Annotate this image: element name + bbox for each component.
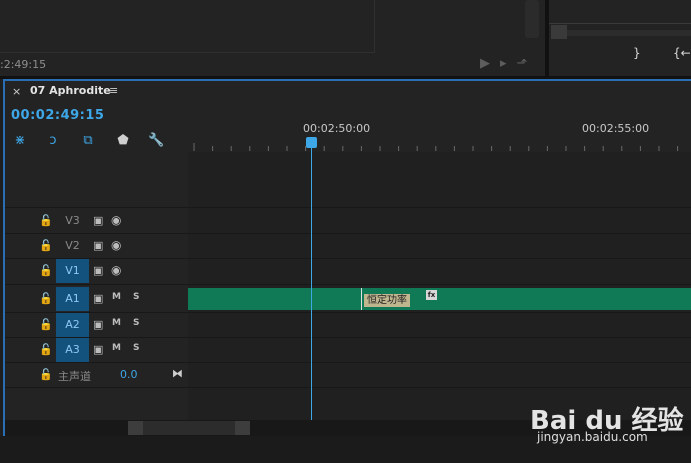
toggle-sync-lock-icon[interactable]: ▣ (93, 343, 103, 356)
sequence-tab-title[interactable]: 07 Aphrodite (30, 84, 111, 97)
lock-icon[interactable]: 🔓 (39, 343, 53, 356)
playhead-handle[interactable] (306, 137, 317, 148)
program-scrub-bar[interactable] (567, 30, 691, 36)
lock-icon[interactable]: 🔓 (39, 368, 53, 381)
track-target-v1[interactable]: V1 (56, 259, 89, 283)
track-header-a1: 🔓 A1 ▣ M S (5, 287, 188, 311)
lock-icon[interactable]: 🔓 (39, 292, 53, 305)
eye-icon[interactable]: ◉ (111, 238, 121, 252)
program-scrub-handle[interactable] (551, 25, 567, 39)
panel-menu-icon[interactable]: ≡ (109, 84, 118, 97)
source-timecode: :2:49:15 (0, 58, 47, 71)
mute-button[interactable]: M (112, 343, 121, 353)
track-area[interactable] (188, 152, 691, 420)
audio-clip-a1[interactable] (188, 288, 691, 310)
time-ruler[interactable] (188, 143, 691, 151)
source-monitor-view (0, 0, 375, 53)
lock-icon[interactable]: 🔓 (39, 239, 53, 252)
master-volume[interactable]: 0.0 (120, 368, 138, 381)
toggle-sync-lock-icon[interactable]: ▣ (93, 239, 103, 252)
insert-icon[interactable]: ▶▸ (480, 56, 517, 71)
eye-icon[interactable]: ◉ (111, 263, 121, 277)
track-target-a1[interactable]: A1 (56, 287, 89, 311)
fx-badge-icon[interactable]: fx (426, 290, 437, 300)
track-header-v2: 🔓 V2 ▣ ◉ (5, 234, 188, 258)
playhead-line[interactable] (311, 148, 312, 420)
lock-icon[interactable]: 🔓 (39, 214, 53, 227)
solo-button[interactable]: S (133, 343, 139, 353)
program-timeline-line (549, 23, 691, 24)
source-monitor-buttons: ▶▸⬏ (480, 56, 537, 71)
lock-icon[interactable]: 🔓 (39, 264, 53, 277)
scrollbar-right-handle[interactable] (235, 421, 250, 435)
toggle-sync-lock-icon[interactable]: ▣ (93, 292, 103, 305)
solo-button[interactable]: S (133, 318, 139, 328)
lock-icon[interactable]: 🔓 (39, 318, 53, 331)
master-track-label: 主声道 (58, 370, 91, 383)
program-monitor-panel (549, 0, 691, 76)
track-target-a2[interactable]: A2 (56, 313, 89, 337)
scrollbar-thumb[interactable] (128, 421, 250, 435)
watermark-url: jingyan.baidu.com (537, 430, 648, 444)
ruler-label: 00:02:50:00 (303, 122, 371, 135)
track-divider (5, 284, 691, 285)
linked-selection-icon[interactable]: ⧉ (80, 133, 96, 148)
ruler-label: 00:02:55:00 (582, 122, 650, 135)
track-header-v3: 🔓 V3 ▣ ◉ (5, 209, 188, 233)
nest-toggle-icon[interactable]: ⋇ (12, 133, 28, 148)
toggle-sync-lock-icon[interactable]: ▣ (93, 214, 103, 227)
playhead-timecode[interactable]: 00:02:49:15 (11, 108, 104, 123)
toggle-sync-lock-icon[interactable]: ▣ (93, 264, 103, 277)
track-header-v1: 🔓 V1 ▣ ◉ (5, 259, 188, 283)
mute-button[interactable]: M (112, 292, 121, 302)
mark-out-icon[interactable]: } (633, 46, 641, 60)
track-target-a3[interactable]: A3 (56, 338, 89, 362)
go-to-end-icon[interactable]: ⧓ (172, 367, 183, 380)
track-header-a2: 🔓 A2 ▣ M S (5, 313, 188, 337)
eye-icon[interactable]: ◉ (111, 213, 121, 227)
track-header-a3: 🔓 A3 ▣ M S (5, 338, 188, 362)
toggle-sync-lock-icon[interactable]: ▣ (93, 318, 103, 331)
transition-label[interactable]: 恒定功率 (364, 294, 410, 307)
track-target-v2[interactable]: V2 (56, 234, 89, 258)
mute-button[interactable]: M (112, 318, 121, 328)
export-frame-icon[interactable]: ⬏ (517, 56, 538, 71)
edit-point[interactable] (361, 288, 362, 310)
add-marker-icon[interactable]: ⬟ (115, 133, 131, 148)
scrollbar-left-handle[interactable] (128, 421, 143, 435)
track-target-v3[interactable]: V3 (56, 209, 89, 233)
track-divider (5, 387, 691, 388)
solo-button[interactable]: S (133, 292, 139, 302)
wrench-settings-icon[interactable]: 🔧 (148, 133, 164, 148)
track-divider (5, 207, 691, 208)
track-header-master: 🔓 主声道 0.0 ⧓ (5, 363, 188, 387)
go-to-in-icon[interactable]: {← (673, 46, 691, 60)
close-tab-icon[interactable]: × (12, 85, 21, 98)
snap-magnet-icon[interactable]: ↄ (45, 133, 61, 148)
source-scrollbar[interactable] (525, 0, 539, 38)
